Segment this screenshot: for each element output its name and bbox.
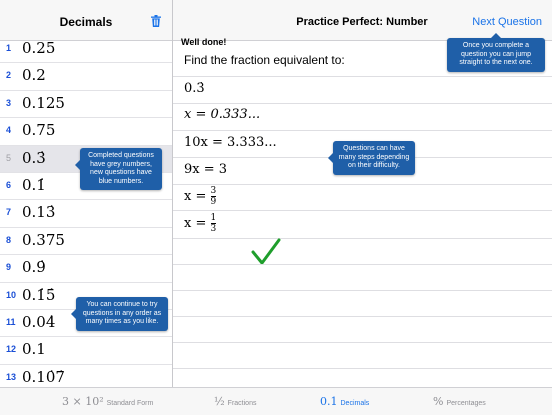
- tab-decimals[interactable]: 0.1 Decimals: [320, 388, 369, 415]
- ruled-line: [173, 316, 552, 317]
- tab-label: Fractions: [227, 400, 257, 407]
- ruled-line: [173, 342, 552, 343]
- working-step: x = 1 3: [184, 213, 217, 234]
- list-item[interactable]: 8 0.375: [0, 228, 172, 256]
- working-step: 9x = 3: [184, 162, 228, 177]
- question-number: 12: [6, 344, 17, 355]
- question-value: 0.10̇7̇: [22, 367, 65, 386]
- question-number: 8: [6, 234, 12, 245]
- question-number: 4: [6, 125, 12, 136]
- tab-label: Percentages: [446, 400, 486, 407]
- question-value: 0.13̇: [22, 203, 56, 222]
- question-number: 2: [6, 70, 12, 81]
- ruled-line: [173, 264, 552, 265]
- working-step: x = 0.333...: [184, 107, 261, 122]
- step-lhs: x =: [184, 216, 211, 231]
- list-item[interactable]: 12 0.1: [0, 337, 172, 365]
- ruled-line: [173, 184, 552, 185]
- question-value: 0.75: [22, 121, 56, 140]
- question-value: 0.1̇: [22, 175, 46, 194]
- tab-label: Decimals: [340, 400, 370, 407]
- trash-icon[interactable]: [151, 15, 161, 27]
- working-step: x = 3 9: [184, 186, 217, 207]
- tab-percentages[interactable]: % Percentages: [433, 388, 486, 415]
- fraction-icon: ½: [214, 395, 225, 408]
- question-number: 7: [6, 207, 12, 218]
- list-item[interactable]: 1 0.25: [0, 36, 172, 64]
- fraction: 1 3: [210, 213, 217, 234]
- ruled-line: [173, 76, 552, 77]
- nav-header: Decimals Practice Perfect: Number Next Q…: [0, 0, 552, 41]
- question-value: 0.3̇: [22, 148, 46, 167]
- question-prompt: Find the fraction equivalent to:: [184, 53, 345, 67]
- tab-bar: 3 × 10² Standard Form ½ Fractions 0.1 Decim…: [0, 387, 552, 415]
- question-value: 0.9̇: [22, 258, 46, 277]
- question-list: 1 0.25 2 0.2 3 0.125 4 0.75 5 0.3̇ 6 0.1…: [0, 36, 172, 393]
- list-item[interactable]: 9 0.9̇: [0, 255, 172, 283]
- decimal-icon: 0.1: [320, 395, 338, 408]
- working-step: 10x = 3.333...: [184, 135, 277, 150]
- question-value: 0.1̇5̇: [22, 285, 56, 304]
- tab-fractions[interactable]: ½ Fractions: [214, 388, 256, 415]
- next-question-button[interactable]: Next Question: [472, 0, 542, 40]
- question-number: 3: [6, 97, 12, 108]
- tab-label: Standard Form: [106, 400, 154, 407]
- question-number: 9: [6, 262, 12, 273]
- tooltip-any-order: You can continue to try questions in any…: [71, 297, 168, 331]
- ruled-line: [173, 238, 552, 239]
- question-number: 13: [6, 371, 17, 382]
- question-number: 1: [6, 43, 12, 53]
- fraction: 3 9: [210, 186, 217, 207]
- ruled-line: [173, 103, 552, 104]
- question-number: 10: [6, 289, 17, 300]
- question-panel: Well done! Find the fraction equivalent …: [173, 37, 552, 387]
- step-lhs: x =: [184, 189, 211, 204]
- question-value: 0.04̇: [22, 312, 56, 331]
- list-item[interactable]: 3 0.125: [0, 91, 172, 119]
- list-item[interactable]: 4 0.75: [0, 118, 172, 146]
- tab-standard-form[interactable]: 3 × 10² Standard Form: [62, 388, 153, 415]
- numerator: 3: [210, 186, 217, 196]
- denominator: 9: [210, 196, 217, 207]
- working-step: 0.3̇: [184, 81, 205, 96]
- question-number: 6: [6, 179, 12, 190]
- sidebar-title: Decimals: [59, 15, 113, 29]
- denominator: 3: [210, 223, 217, 234]
- tooltip-steps: Questions can have many steps depending …: [328, 141, 415, 175]
- percent-icon: %: [433, 395, 444, 408]
- list-item[interactable]: 2 0.2: [0, 63, 172, 91]
- question-value: 0.1: [22, 340, 46, 359]
- ruled-line: [173, 210, 552, 211]
- question-number: 5: [6, 152, 12, 163]
- ruled-line: [173, 130, 552, 131]
- tooltip-next-question: Once you complete a question you can jum…: [447, 33, 545, 72]
- standard-form-icon: 3 × 10²: [62, 395, 104, 408]
- question-value: 0.375: [22, 230, 65, 249]
- question-value: 0.2: [22, 66, 46, 85]
- list-item[interactable]: 7 0.13̇: [0, 200, 172, 228]
- numerator: 1: [210, 213, 217, 223]
- question-value: 0.125: [22, 93, 65, 112]
- question-number: 11: [6, 316, 16, 327]
- question-value: 0.25: [22, 39, 56, 57]
- feedback-text: Well done!: [181, 37, 227, 47]
- ruled-line: [173, 290, 552, 291]
- checkmark-icon: [251, 238, 281, 265]
- tooltip-completed: Completed questions have grey numbers, n…: [75, 148, 162, 190]
- ruled-line: [173, 368, 552, 369]
